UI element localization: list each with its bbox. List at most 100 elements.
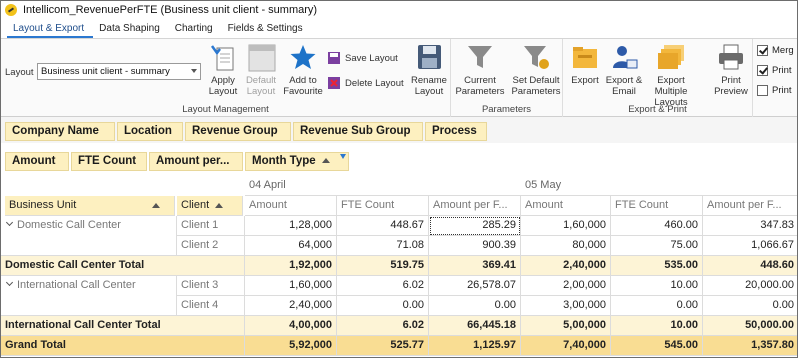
layout-label: Layout (5, 67, 34, 78)
subtotal-cell: 66,445.18 (429, 316, 521, 336)
option-merge-checkbox[interactable]: Merg (757, 45, 794, 56)
data-cell[interactable]: 80,000 (521, 236, 611, 256)
grand-total-cell: 1,125.97 (429, 336, 521, 356)
option-print-checkbox[interactable]: Print (757, 65, 792, 76)
field-location[interactable]: Location (117, 122, 183, 141)
export-multiple-layouts-button[interactable]: Export Multiple Layouts (643, 42, 699, 108)
data-cell[interactable]: 71.08 (337, 236, 429, 256)
option-print-2-label: Print (772, 85, 792, 96)
data-cell[interactable]: 347.83 (703, 216, 797, 236)
field-month-type[interactable]: Month Type (245, 152, 349, 171)
field-revenue-sub-group[interactable]: Revenue Sub Group (293, 122, 423, 141)
data-cell[interactable]: 900.39 (429, 236, 521, 256)
data-cell[interactable]: 0.00 (429, 296, 521, 316)
data-cell[interactable]: 0.00 (337, 296, 429, 316)
tab-charting[interactable]: Charting (169, 20, 222, 38)
row-field-client[interactable]: Client (177, 196, 243, 216)
subtotal-cell: 535.00 (611, 256, 703, 276)
rename-layout-button[interactable]: Rename Layout (409, 42, 449, 97)
client-cell[interactable]: Client 2 (177, 236, 245, 256)
add-to-favourite-button[interactable]: Add to Favourite (281, 42, 325, 97)
save-layout-button[interactable]: Save Layout (327, 51, 398, 65)
option-print-label: Print (772, 65, 792, 76)
data-cell[interactable]: 26,578.07 (429, 276, 521, 296)
data-cell[interactable]: 1,60,000 (245, 276, 337, 296)
set-default-parameters-button[interactable]: Set Default Parameters (509, 42, 563, 97)
business-unit-cell[interactable]: International Call Center (1, 276, 177, 296)
measure-header[interactable]: FTE Count (337, 196, 429, 216)
option-print-2-checkbox[interactable]: Print (757, 85, 792, 96)
data-cell[interactable]: 2,00,000 (521, 276, 611, 296)
data-cell[interactable]: 0.00 (611, 296, 703, 316)
business-unit-cell[interactable]: Domestic Call Center (1, 216, 177, 236)
data-cell[interactable]: 2,40,000 (245, 296, 337, 316)
layout-dropdown[interactable]: Business unit client - summary (37, 63, 201, 80)
data-cell[interactable]: 448.67 (337, 216, 429, 236)
data-cell[interactable]: 3,00,000 (521, 296, 611, 316)
month-header[interactable]: 05 May (521, 176, 797, 196)
chevron-down-icon (5, 218, 14, 227)
tab-fields-settings[interactable]: Fields & Settings (222, 20, 312, 38)
field-amount[interactable]: Amount (5, 152, 69, 171)
print-preview-button[interactable]: Print Preview (711, 42, 751, 97)
measure-header[interactable]: Amount (521, 196, 611, 216)
default-layout-label: Default Layout (245, 75, 277, 97)
sort-ascending-icon (215, 202, 224, 208)
export-button[interactable]: Export (567, 42, 603, 86)
default-layout-icon (246, 42, 276, 72)
client-label: Client (181, 199, 210, 211)
data-cell[interactable]: 75.00 (611, 236, 703, 256)
data-cell[interactable]: 285.29 (429, 216, 521, 236)
window-title: Intellicom_RevenuePerFTE (Business unit … (23, 4, 318, 16)
grand-total-cell: 545.00 (611, 336, 703, 356)
business-unit-cell (1, 296, 177, 316)
field-process[interactable]: Process (425, 122, 487, 141)
data-field-area: Amount FTE Count Amount per... Month Typ… (1, 147, 797, 173)
client-cell[interactable]: Client 3 (177, 276, 245, 296)
subtotal-cell: 5,00,000 (521, 316, 611, 336)
delete-layout-label: Delete Layout (345, 77, 404, 89)
rename-layout-label: Rename Layout (411, 75, 447, 97)
client-cell[interactable]: Client 1 (177, 216, 245, 236)
current-parameters-button[interactable]: Current Parameters (453, 42, 507, 97)
data-cell[interactable]: 64,000 (245, 236, 337, 256)
field-fte-count[interactable]: FTE Count (71, 152, 147, 171)
app-logo-icon (5, 4, 17, 16)
data-cell[interactable]: 1,066.67 (703, 236, 797, 256)
client-cell[interactable]: Client 4 (177, 296, 245, 316)
measure-header[interactable]: Amount (245, 196, 337, 216)
field-revenue-group[interactable]: Revenue Group (185, 122, 291, 141)
month-header[interactable]: 04 April (245, 176, 521, 196)
checkbox-checked-icon (757, 65, 768, 76)
export-email-button[interactable]: Export & Email (605, 42, 643, 97)
field-amount-per[interactable]: Amount per... (149, 152, 243, 171)
data-cell[interactable]: 10.00 (611, 276, 703, 296)
subtotal-cell: 50,000.00 (703, 316, 797, 336)
measure-header[interactable]: FTE Count (611, 196, 703, 216)
current-parameters-label: Current Parameters (455, 75, 505, 97)
data-cell[interactable]: 6.02 (337, 276, 429, 296)
row-field-business-unit[interactable]: Business Unit (5, 196, 175, 216)
apply-layout-button[interactable]: Apply Layout (205, 42, 241, 97)
data-cell[interactable]: 1,60,000 (521, 216, 611, 236)
measure-header[interactable]: Amount per F... (429, 196, 521, 216)
checkbox-checked-icon (757, 45, 768, 56)
data-cell[interactable]: 460.00 (611, 216, 703, 236)
data-cell[interactable]: 20,000.00 (703, 276, 797, 296)
tab-layout-export[interactable]: Layout & Export (7, 20, 94, 38)
data-cell[interactable]: 0.00 (703, 296, 797, 316)
measure-header[interactable]: Amount per F... (703, 196, 797, 216)
default-layout-button[interactable]: Default Layout (243, 42, 279, 97)
ribbon: Layout Business unit client - summary Ap… (1, 39, 797, 117)
parameters-label: Parameters (481, 104, 532, 115)
data-cell[interactable]: 1,28,000 (245, 216, 337, 236)
field-company-name[interactable]: Company Name (5, 122, 115, 141)
chevron-down-icon (191, 69, 197, 73)
checkbox-unchecked-icon (757, 85, 768, 96)
sort-ascending-icon (321, 158, 330, 164)
layout-dropdown-value: Business unit client - summary (41, 66, 170, 77)
business-unit-label: Business Unit (9, 199, 77, 211)
delete-layout-button[interactable]: Delete Layout (327, 76, 404, 90)
apply-layout-icon (208, 42, 238, 72)
tab-data-shaping[interactable]: Data Shaping (93, 20, 169, 38)
